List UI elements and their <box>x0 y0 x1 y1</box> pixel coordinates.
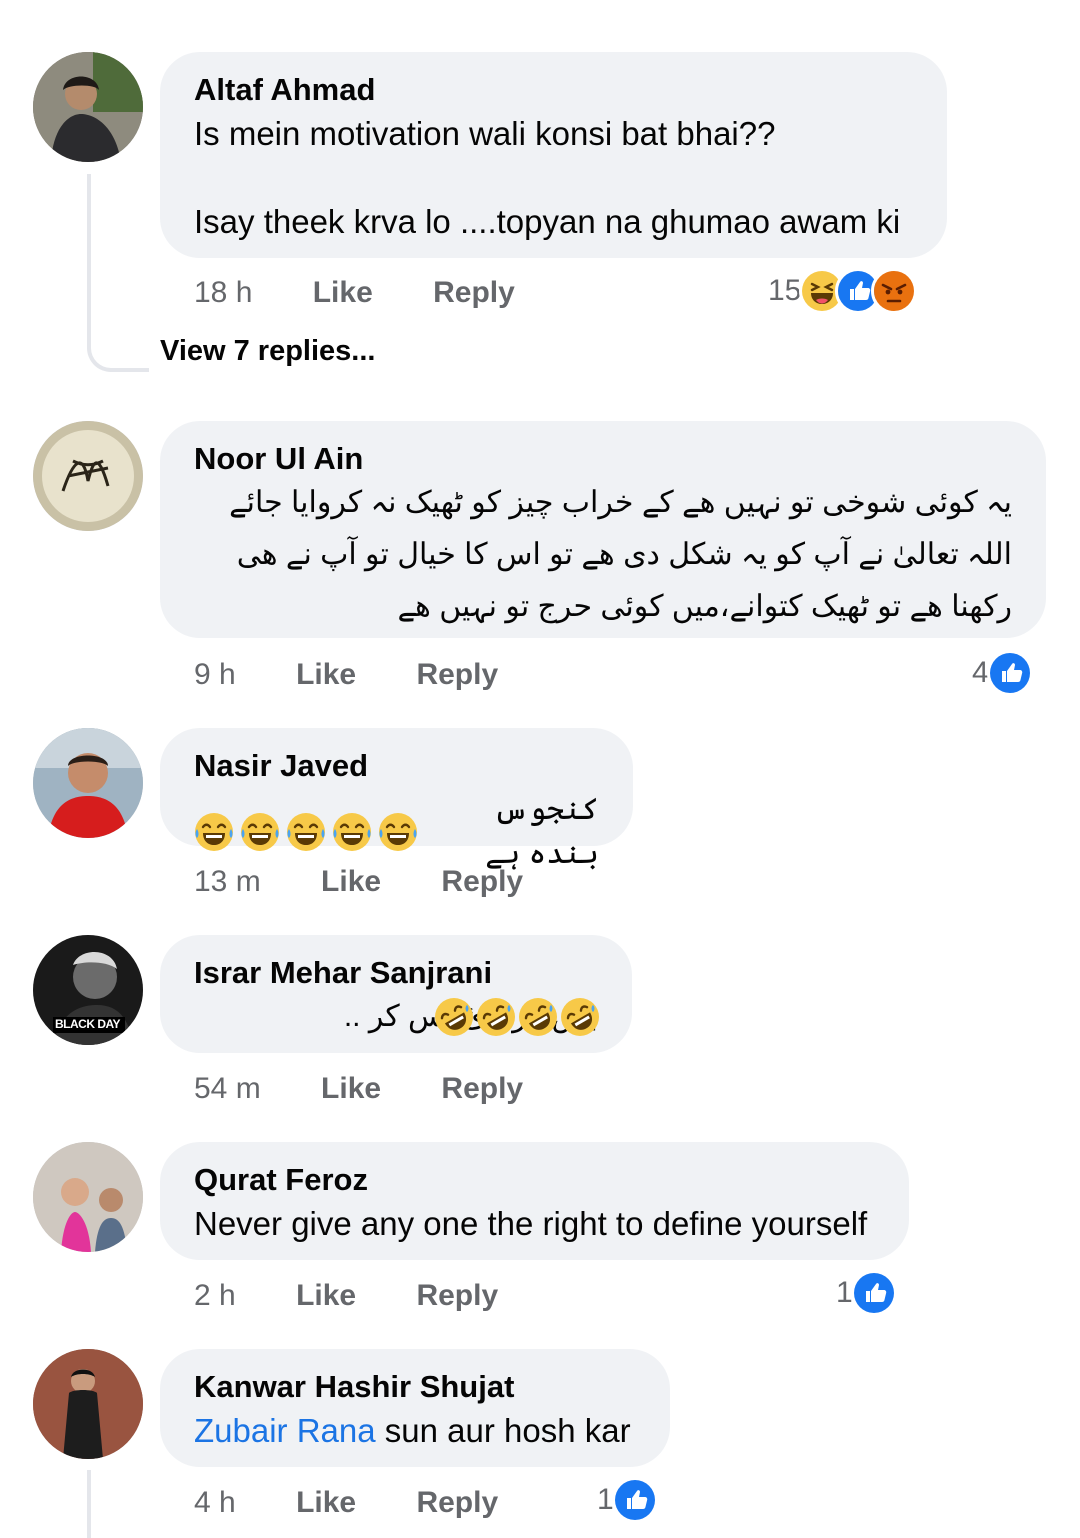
comment-actions: 54 m Like Reply <box>194 1072 575 1106</box>
comment-author[interactable]: Qurat Feroz <box>194 1162 875 1198</box>
comment-author[interactable]: Nasir Javed <box>194 748 599 784</box>
like-button[interactable]: Like <box>313 276 373 310</box>
reaction-summary[interactable]: 1 <box>597 1477 658 1523</box>
avatar[interactable]: BLACK DAY <box>33 935 143 1045</box>
avatar[interactable] <box>33 421 143 531</box>
mention-link[interactable]: Zubair Rana <box>194 1412 376 1449</box>
like-button[interactable]: Like <box>296 1279 356 1313</box>
comment-author[interactable]: Kanwar Hashir Shujat <box>194 1369 636 1405</box>
comment-bubble: Noor Ul Ain یہ کوئی شوخی تو نہیں ھے کے خ… <box>160 421 1046 638</box>
comment-author[interactable]: Israr Mehar Sanjrani <box>194 955 598 991</box>
thread-line <box>87 174 91 344</box>
comment-actions: 13 m Like Reply <box>194 865 575 899</box>
comment-text-line: Isay theek krva lo ....topyan na ghumao … <box>194 203 901 240</box>
like-button[interactable]: Like <box>321 1072 381 1106</box>
comment-bubble: Qurat Feroz Never give any one the right… <box>160 1142 909 1260</box>
like-button[interactable]: Like <box>296 1486 356 1520</box>
comment-bubble: Nasir Javed کنجوس بندہ ہے <box>160 728 633 870</box>
joy-emoji <box>378 812 418 852</box>
reply-button[interactable]: Reply <box>433 276 515 310</box>
avatar[interactable] <box>33 52 143 162</box>
comment-actions: 18 h Like Reply <box>194 276 567 310</box>
comment-text-line: اللہ تعالیٰ نے آپ کو یہ شکل دی ھے تو اس … <box>236 538 1012 571</box>
thread-curve <box>87 338 149 372</box>
comment-author[interactable]: Noor Ul Ain <box>194 441 1012 477</box>
like-button[interactable]: Like <box>296 658 356 692</box>
comment-text: کنجوس بندہ ہے <box>485 793 599 870</box>
like-icon <box>986 650 1033 696</box>
angry-icon <box>871 268 918 314</box>
view-replies-link[interactable]: View 7 replies... <box>160 335 375 368</box>
comment-text-line: رکھنا ھے تو ٹھیک کتوانے،میں کوئی حرج تو … <box>397 590 1012 623</box>
comment-time[interactable]: 54 m <box>194 1072 261 1106</box>
emoji-row <box>434 997 600 1037</box>
like-icon <box>850 1270 897 1316</box>
reaction-summary[interactable]: 1 <box>836 1270 897 1316</box>
comment-time[interactable]: 2 h <box>194 1279 236 1313</box>
rofl-emoji <box>560 997 600 1037</box>
reply-button[interactable]: Reply <box>416 1486 498 1520</box>
rofl-emoji <box>476 997 516 1037</box>
avatar[interactable] <box>33 1142 143 1252</box>
comment-actions: 9 h Like Reply <box>194 658 550 692</box>
comment-time[interactable]: 4 h <box>194 1486 236 1520</box>
joy-emoji <box>240 812 280 852</box>
comment-actions: 2 h Like Reply <box>194 1279 550 1313</box>
reaction-summary[interactable]: 4 <box>972 650 1033 696</box>
comment-author[interactable]: Altaf Ahmad <box>194 72 913 108</box>
thread-line <box>87 1470 91 1538</box>
joy-emoji <box>286 812 326 852</box>
reply-button[interactable]: Reply <box>416 658 498 692</box>
avatar[interactable] <box>33 1349 143 1459</box>
reaction-count: 15 <box>768 274 802 307</box>
like-button[interactable]: Like <box>321 865 381 899</box>
reply-button[interactable]: Reply <box>416 1279 498 1313</box>
comment-text-line: Is mein motivation wali konsi bat bhai?? <box>194 115 776 152</box>
comment-bubble: Altaf Ahmad Is mein motivation wali kons… <box>160 52 947 258</box>
avatar[interactable] <box>33 728 143 838</box>
reply-button[interactable]: Reply <box>441 865 523 899</box>
avatar-caption: BLACK DAY <box>55 1017 121 1031</box>
joy-emoji <box>194 812 234 852</box>
comment-time[interactable]: 9 h <box>194 658 236 692</box>
comment-actions: 4 h Like Reply <box>194 1486 550 1520</box>
comment-text: Never give any one the right to define y… <box>194 1205 868 1242</box>
comment-bubble: Kanwar Hashir Shujat Zubair Rana sun aur… <box>160 1349 670 1467</box>
comment-time[interactable]: 18 h <box>194 276 252 310</box>
comment-text-line: یہ کوئی شوخی تو نہیں ھے کے خراب چیز کو ٹ… <box>229 486 1012 519</box>
comment-time[interactable]: 13 m <box>194 865 261 899</box>
comment-text-row: Zubair Rana sun aur hosh kar <box>194 1409 636 1453</box>
rofl-emoji <box>434 997 474 1037</box>
rofl-emoji <box>518 997 558 1037</box>
reaction-summary[interactable]: 15 <box>768 268 918 314</box>
like-icon <box>611 1477 658 1523</box>
joy-emoji <box>332 812 372 852</box>
comment-text-row: کنجوس بندہ ہے <box>194 788 599 876</box>
reply-button[interactable]: Reply <box>441 1072 523 1106</box>
comment-text: sun aur hosh kar <box>375 1412 631 1449</box>
